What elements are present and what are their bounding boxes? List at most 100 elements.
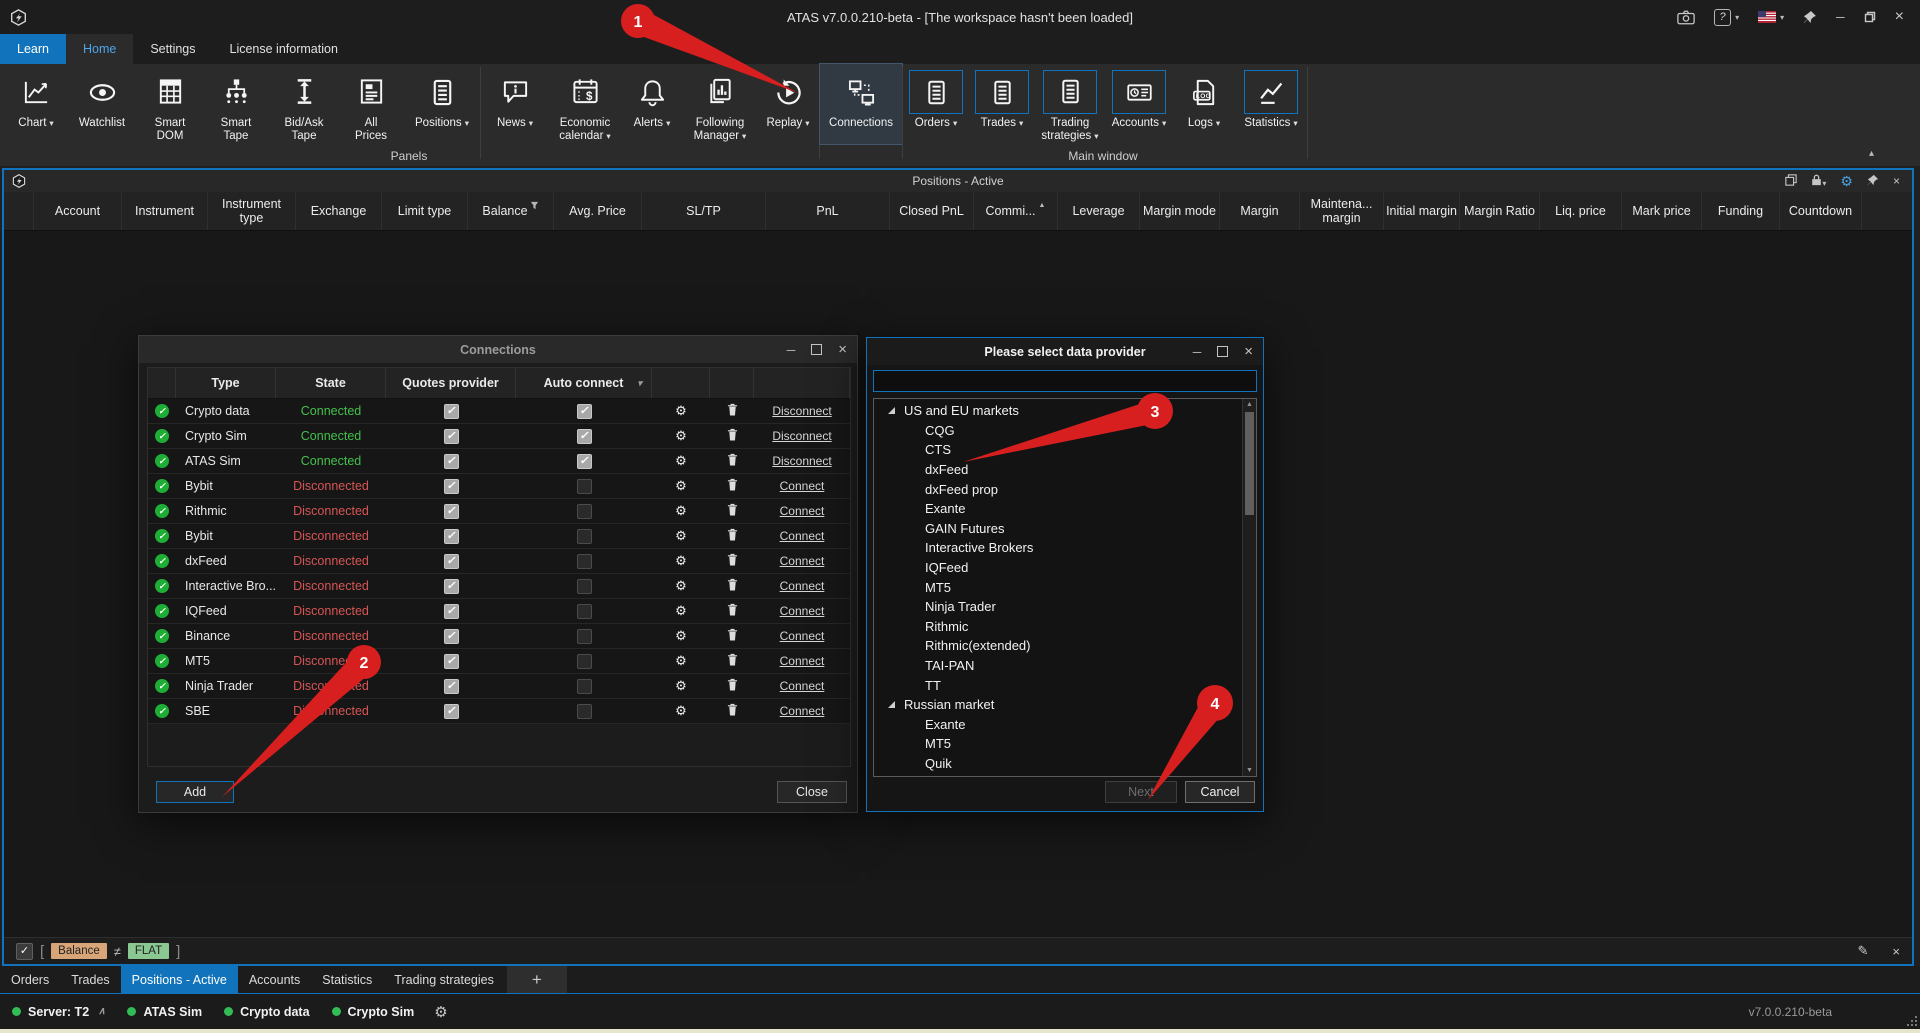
ribbon-button-smart-dom[interactable]: Smart DOM — [138, 64, 202, 144]
maximize-dialog-icon[interactable] — [811, 344, 822, 355]
row-action-link[interactable]: Connect — [780, 604, 825, 618]
ribbon-button-watchlist[interactable]: Watchlist — [66, 64, 138, 144]
status-connection-crypto-sim[interactable]: Crypto Sim — [332, 1005, 415, 1019]
ribbon-button-positions[interactable]: Positions▾ — [404, 64, 480, 144]
row-delete-icon[interactable] — [727, 453, 738, 469]
filter-flat-badge[interactable]: FLAT — [128, 943, 169, 959]
pos-col-mark-price[interactable]: Mark price — [1622, 192, 1702, 230]
status-connection-crypto-data[interactable]: Crypto data — [224, 1005, 309, 1019]
tree-item-quik[interactable]: Quik — [874, 754, 1242, 774]
tree-item-cqg[interactable]: CQG — [874, 421, 1242, 441]
dropdown-icon[interactable]: ▾ — [637, 378, 642, 389]
pin-window-icon[interactable] — [1803, 10, 1817, 24]
row-settings-icon[interactable]: ⚙ — [675, 553, 687, 569]
pos-col-instrument[interactable]: Instrument — [122, 192, 208, 230]
quotes-provider-checkbox[interactable]: ✓ — [444, 679, 459, 694]
status-connection-atas-sim[interactable]: ATAS Sim — [127, 1005, 202, 1019]
auto-connect-checkbox[interactable] — [577, 629, 592, 644]
maximize-dialog-icon[interactable] — [1217, 346, 1228, 357]
tree-item-gain-futures[interactable]: GAIN Futures — [874, 519, 1242, 539]
quotes-provider-checkbox[interactable]: ✓ — [444, 604, 459, 619]
auto-connect-checkbox[interactable] — [577, 479, 592, 494]
row-settings-icon[interactable]: ⚙ — [675, 453, 687, 469]
cancel-button[interactable]: Cancel — [1185, 781, 1255, 803]
quotes-provider-checkbox[interactable]: ✓ — [444, 579, 459, 594]
pos-col-limit-type[interactable]: Limit type — [382, 192, 468, 230]
workspace-tab-orders[interactable]: Orders — [0, 966, 60, 993]
row-settings-icon[interactable]: ⚙ — [675, 603, 687, 619]
row-settings-icon[interactable]: ⚙ — [675, 528, 687, 544]
auto-connect-checkbox[interactable] — [577, 679, 592, 694]
conn-col-auto-connect[interactable]: Auto connect▾ — [516, 368, 652, 398]
ribbon-tab-license-information[interactable]: License information — [213, 34, 355, 64]
pos-col-balance[interactable]: Balance — [468, 192, 554, 230]
ribbon-collapse-icon[interactable]: ▴ — [1869, 148, 1874, 159]
row-action-link[interactable]: Connect — [780, 629, 825, 643]
pos-col-margin-mode[interactable]: Margin mode — [1140, 192, 1220, 230]
tree-item-mt5[interactable]: MT5 — [874, 577, 1242, 597]
tree-item-mt5[interactable]: MT5 — [874, 734, 1242, 754]
add-connection-button[interactable]: Add — [156, 781, 234, 803]
tree-item-iqfeed[interactable]: IQFeed — [874, 558, 1242, 578]
quotes-provider-checkbox[interactable]: ✓ — [444, 629, 459, 644]
auto-connect-checkbox[interactable] — [577, 704, 592, 719]
auto-connect-checkbox[interactable] — [577, 604, 592, 619]
quotes-provider-checkbox[interactable]: ✓ — [444, 529, 459, 544]
auto-connect-checkbox[interactable] — [577, 579, 592, 594]
language-menu[interactable]: ▾ — [1758, 11, 1784, 23]
row-delete-icon[interactable] — [727, 628, 738, 644]
server-expand-icon[interactable]: ∧ — [98, 1006, 105, 1017]
pos-col-liq-price[interactable]: Liq. price — [1540, 192, 1622, 230]
minimize-dialog-icon[interactable]: ─ — [787, 343, 796, 357]
close-dialog-icon[interactable]: × — [838, 341, 847, 358]
ribbon-button-following-manager[interactable]: Following Manager▾ — [683, 64, 757, 144]
ribbon-tab-home[interactable]: Home — [66, 34, 133, 64]
filter-checkbox[interactable]: ✓ — [16, 943, 33, 960]
auto-connect-checkbox[interactable] — [577, 554, 592, 569]
workspace-tab-positions-active[interactable]: Positions - Active — [121, 966, 238, 993]
conn-col-state[interactable]: State — [276, 368, 386, 398]
row-action-link[interactable]: Connect — [780, 554, 825, 568]
row-action-link[interactable]: Disconnect — [772, 429, 831, 443]
ribbon-button-statistics[interactable]: Statistics▾ — [1235, 64, 1307, 144]
auto-connect-checkbox[interactable] — [577, 529, 592, 544]
row-delete-icon[interactable] — [727, 603, 738, 619]
auto-connect-checkbox[interactable] — [577, 654, 592, 669]
row-delete-icon[interactable] — [727, 403, 738, 419]
row-settings-icon[interactable]: ⚙ — [675, 428, 687, 444]
tree-item-rithmic[interactable]: Rithmic — [874, 617, 1242, 637]
pos-col-margin-ratio[interactable]: Margin Ratio — [1460, 192, 1540, 230]
ribbon-tab-learn[interactable]: Learn — [0, 34, 66, 64]
conn-col-type[interactable]: Type — [176, 368, 276, 398]
ribbon-tab-settings[interactable]: Settings — [133, 34, 212, 64]
restore-button[interactable] — [1864, 11, 1876, 23]
pos-col-instrument-type[interactable]: Instrument type — [208, 192, 296, 230]
row-action-link[interactable]: Connect — [780, 479, 825, 493]
quotes-provider-checkbox[interactable]: ✓ — [444, 454, 459, 469]
row-delete-icon[interactable] — [727, 703, 738, 719]
tree-item-exante[interactable]: Exante — [874, 499, 1242, 519]
tree-scrollbar[interactable]: ▲ ▼ — [1242, 399, 1256, 776]
ribbon-button-replay[interactable]: Replay▾ — [757, 64, 819, 144]
tree-item-rithmic-extended[interactable]: Rithmic(extended) — [874, 636, 1242, 656]
quotes-provider-checkbox[interactable]: ✓ — [444, 479, 459, 494]
next-button[interactable]: Next — [1105, 781, 1177, 803]
workspace-tab-statistics[interactable]: Statistics — [311, 966, 383, 993]
close-panel-icon[interactable]: × — [1893, 174, 1900, 188]
ribbon-button-logs[interactable]: LOGLogs▾ — [1173, 64, 1235, 144]
server-status[interactable]: Server: T2 ∧ — [12, 1005, 105, 1019]
row-action-link[interactable]: Disconnect — [772, 454, 831, 468]
pin-panel-icon[interactable] — [1867, 174, 1879, 189]
row-settings-icon[interactable]: ⚙ — [675, 478, 687, 494]
ribbon-button-alerts[interactable]: Alerts▾ — [621, 64, 683, 144]
help-menu[interactable]: ?▾ — [1714, 9, 1739, 26]
pos-col-leverage[interactable]: Leverage — [1058, 192, 1140, 230]
tree-item-tt[interactable]: TT — [874, 675, 1242, 695]
row-settings-icon[interactable]: ⚙ — [675, 678, 687, 694]
tree-item-exante[interactable]: Exante — [874, 715, 1242, 735]
row-settings-icon[interactable]: ⚙ — [675, 628, 687, 644]
conn-col-quotes-provider[interactable]: Quotes provider — [386, 368, 516, 398]
row-delete-icon[interactable] — [727, 503, 738, 519]
row-action-link[interactable]: Disconnect — [772, 404, 831, 418]
ribbon-button-news[interactable]: News▾ — [481, 64, 549, 144]
